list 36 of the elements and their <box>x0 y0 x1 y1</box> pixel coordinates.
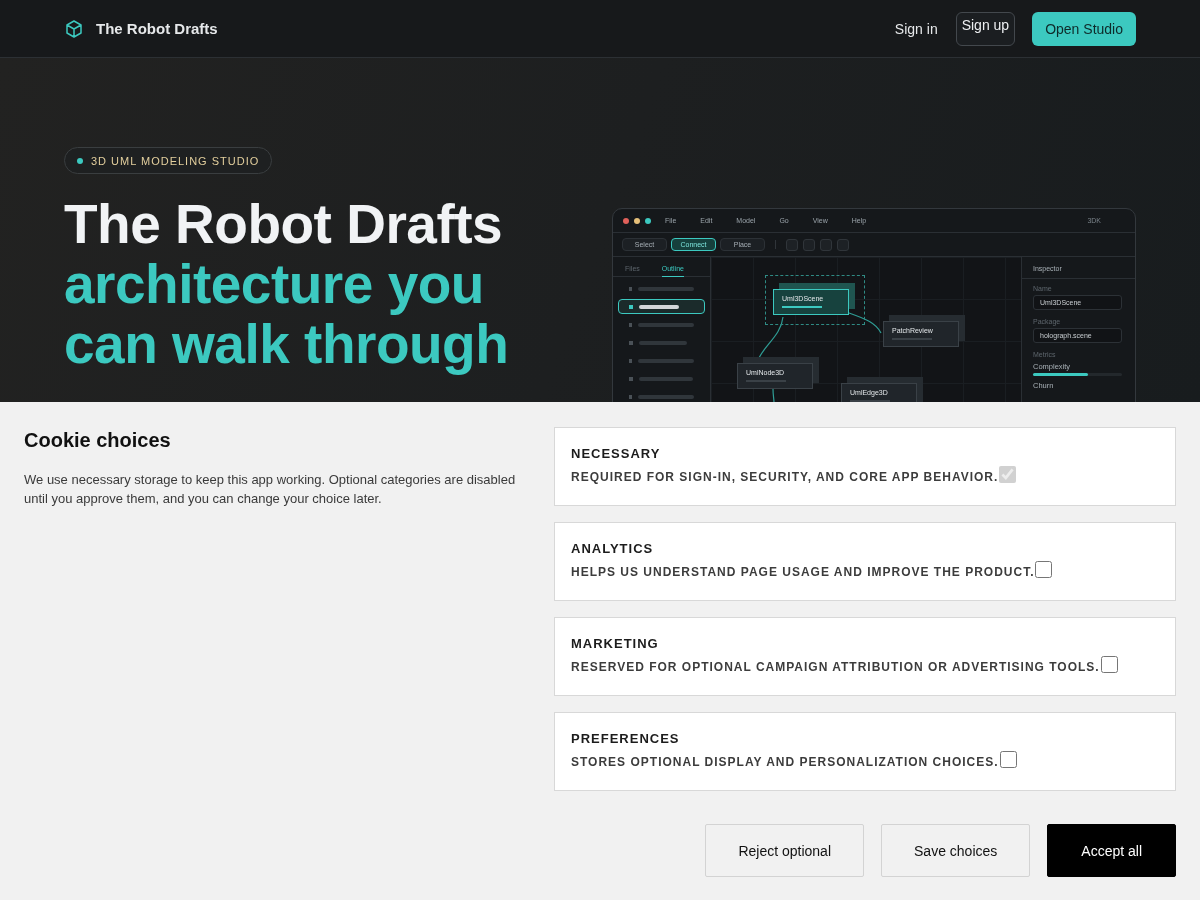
category-name: PREFERENCES <box>571 731 681 746</box>
toolbar-square-icon[interactable] <box>786 238 798 251</box>
window-dot[interactable] <box>645 217 651 224</box>
headline-line: can walk through <box>64 314 509 374</box>
category-description: HELPS US UNDERSTAND PAGE USAGE AND IMPROVE THE PRODUCT. <box>571 565 1035 579</box>
toolbar-square-icon[interactable] <box>820 238 832 251</box>
connector-line <box>848 312 882 334</box>
dot-icon <box>77 157 83 164</box>
badge-label: 3D UML MODELING STUDIO <box>91 154 260 167</box>
category-description: REQUIRED FOR SIGN-IN, SECURITY, AND CORE APP BEHAVIOR. <box>571 470 999 484</box>
outline-item[interactable] <box>618 299 705 314</box>
cube-icon <box>64 18 84 39</box>
connector-line <box>772 388 775 402</box>
category-checkbox[interactable] <box>999 750 1017 768</box>
category-name: NECESSARY <box>571 446 662 461</box>
headline-line: architecture you <box>64 254 484 314</box>
window-dot[interactable] <box>634 217 640 224</box>
toolbar-square-icon[interactable] <box>837 238 849 251</box>
accept-button[interactable]: Accept all <box>1047 824 1176 877</box>
cookie-button[interactable]: Save choices <box>881 824 1031 877</box>
category-description: STORES OPTIONAL DISPLAY AND PERSONALIZATION CHOICES. <box>571 755 999 769</box>
nav-button[interactable]: Open Studio <box>1032 11 1136 46</box>
window-dot[interactable] <box>623 217 629 224</box>
cookie-button[interactable]: Reject optional <box>705 824 864 877</box>
category-checkbox[interactable] <box>1100 655 1118 673</box>
toolbar-square-icon[interactable] <box>803 238 815 251</box>
nav-button[interactable]: Sign up <box>955 11 1016 46</box>
brand-name[interactable]: The Robot Drafts <box>96 20 218 37</box>
category-checkbox[interactable] <box>1035 560 1053 578</box>
category-name: ANALYTICS <box>571 541 655 556</box>
headline-line: The Robot Drafts <box>64 194 503 254</box>
category-name: MARKETING <box>571 636 660 651</box>
sign-in-link[interactable]: Sign in <box>894 20 938 37</box>
cookie-title: Cookie choices <box>24 429 172 452</box>
cookie-description: We use necessary storage to keep this app working. Optional categories are disabled until you approve them, and you can change your choice later. <box>24 471 517 508</box>
category-description: RESERVED FOR OPTIONAL CAMPAIGN ATTRIBUTION OR ADVERTISING TOOLS. <box>571 660 1100 674</box>
